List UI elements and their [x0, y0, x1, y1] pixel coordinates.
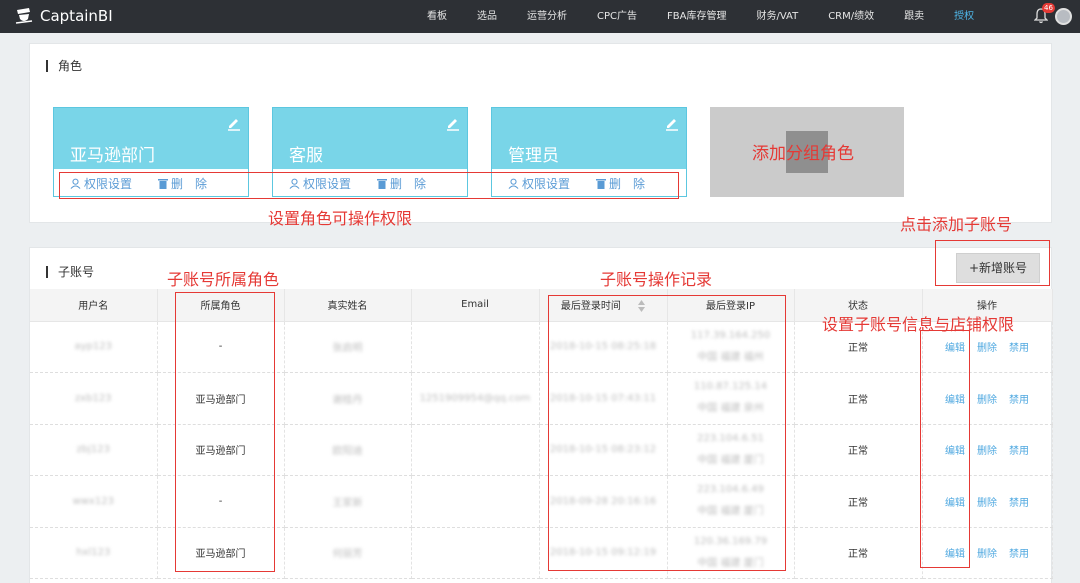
disable-link[interactable]: 禁用 [1009, 446, 1029, 457]
nav-item[interactable]: 选品 [462, 0, 512, 33]
status-cell: 正常 [794, 372, 923, 425]
delete-link[interactable]: 删除 [977, 395, 997, 406]
disable-link[interactable]: 禁用 [1009, 395, 1029, 406]
nav-item[interactable]: 看板 [412, 0, 462, 33]
annotation-add-sub-account: 点击添加子账号 [900, 215, 1013, 234]
nav-item[interactable]: FBA库存管理 [652, 0, 741, 33]
edit-icon[interactable] [664, 116, 680, 132]
email-cell [411, 475, 540, 528]
email-cell [411, 321, 540, 373]
realname-cell: 王家新 [284, 475, 412, 528]
role-name: 管理员 [508, 146, 559, 166]
delete-link[interactable]: 删除 [977, 498, 997, 509]
nav-item[interactable]: 运营分析 [512, 0, 582, 33]
user-avatar[interactable] [1055, 8, 1072, 25]
logo-text: CaptainBI [40, 7, 113, 25]
annotation-box-role-column [175, 292, 275, 572]
status-cell: 正常 [794, 527, 923, 579]
column-header-username[interactable]: 用户名 [30, 289, 158, 322]
role-name: 客服 [289, 146, 323, 166]
main-nav: 看板 选品 运营分析 CPC广告 FBA库存管理 财务/VAT CRM/绩效 跟卖 授权 [412, 0, 989, 33]
username-cell: hxl123 [30, 527, 158, 579]
realname-cell: 欧阳迪 [284, 424, 412, 476]
add-group-role-label: 添加分组角色 [752, 144, 854, 164]
email-cell [411, 527, 540, 579]
realname-cell: 何丽芳 [284, 527, 412, 579]
nav-item[interactable]: 财务/VAT [741, 0, 813, 33]
notification-badge: 46 [1042, 3, 1055, 13]
annotation-box-role-actions [59, 172, 679, 199]
edit-icon[interactable] [445, 116, 461, 132]
username-cell: zxb123 [30, 372, 158, 425]
top-navigation-bar: CaptainBI 看板 选品 运营分析 CPC广告 FBA库存管理 财务/VAT CRM/… [0, 0, 1080, 33]
username-cell: zbj123 [30, 424, 158, 476]
logo[interactable]: CaptainBI [14, 6, 113, 26]
column-header-email[interactable]: Email [411, 289, 540, 322]
edit-icon[interactable] [226, 116, 242, 132]
annotation-box-edit-column [920, 330, 970, 568]
status-cell: 正常 [794, 424, 923, 476]
delete-link[interactable]: 删除 [977, 549, 997, 560]
annotation-role-permissions: 设置角色可操作权限 [268, 209, 413, 228]
delete-link[interactable]: 删除 [977, 343, 997, 354]
column-header-realname[interactable]: 真实姓名 [284, 289, 412, 322]
roles-section-title: 角色 [46, 57, 82, 74]
add-group-role-button[interactable]: 添加分组角色 [710, 107, 904, 197]
nav-item[interactable]: CPC广告 [582, 0, 652, 33]
delete-link[interactable]: 删除 [977, 446, 997, 457]
annotation-sub-account-role: 子账号所属角色 [167, 270, 280, 289]
email-cell [411, 424, 540, 476]
annotation-operation-log: 子账号操作记录 [600, 270, 713, 289]
realname-cell: 张启明 [284, 321, 412, 373]
disable-link[interactable]: 禁用 [1009, 549, 1029, 560]
disable-link[interactable]: 禁用 [1009, 498, 1029, 509]
email-cell: 1251909954@qq.com [411, 372, 540, 425]
nav-item[interactable]: 授权 [939, 0, 989, 33]
nav-item[interactable]: CRM/绩效 [813, 0, 889, 33]
role-name: 亚马逊部门 [70, 146, 155, 166]
username-cell: wwx123 [30, 475, 158, 528]
username-cell: ayp123 [30, 321, 158, 373]
captain-logo-icon [15, 8, 33, 24]
annotation-box-add-account [935, 240, 1050, 286]
nav-item[interactable]: 跟卖 [889, 0, 939, 33]
subaccounts-section-title: 子账号 [46, 263, 94, 280]
annotation-box-login-columns [548, 295, 786, 571]
annotation-info-permissions: 设置子账号信息与店铺权限 [822, 315, 1015, 334]
status-cell: 正常 [794, 475, 923, 528]
disable-link[interactable]: 禁用 [1009, 343, 1029, 354]
realname-cell: 谢桂丹 [284, 372, 412, 425]
